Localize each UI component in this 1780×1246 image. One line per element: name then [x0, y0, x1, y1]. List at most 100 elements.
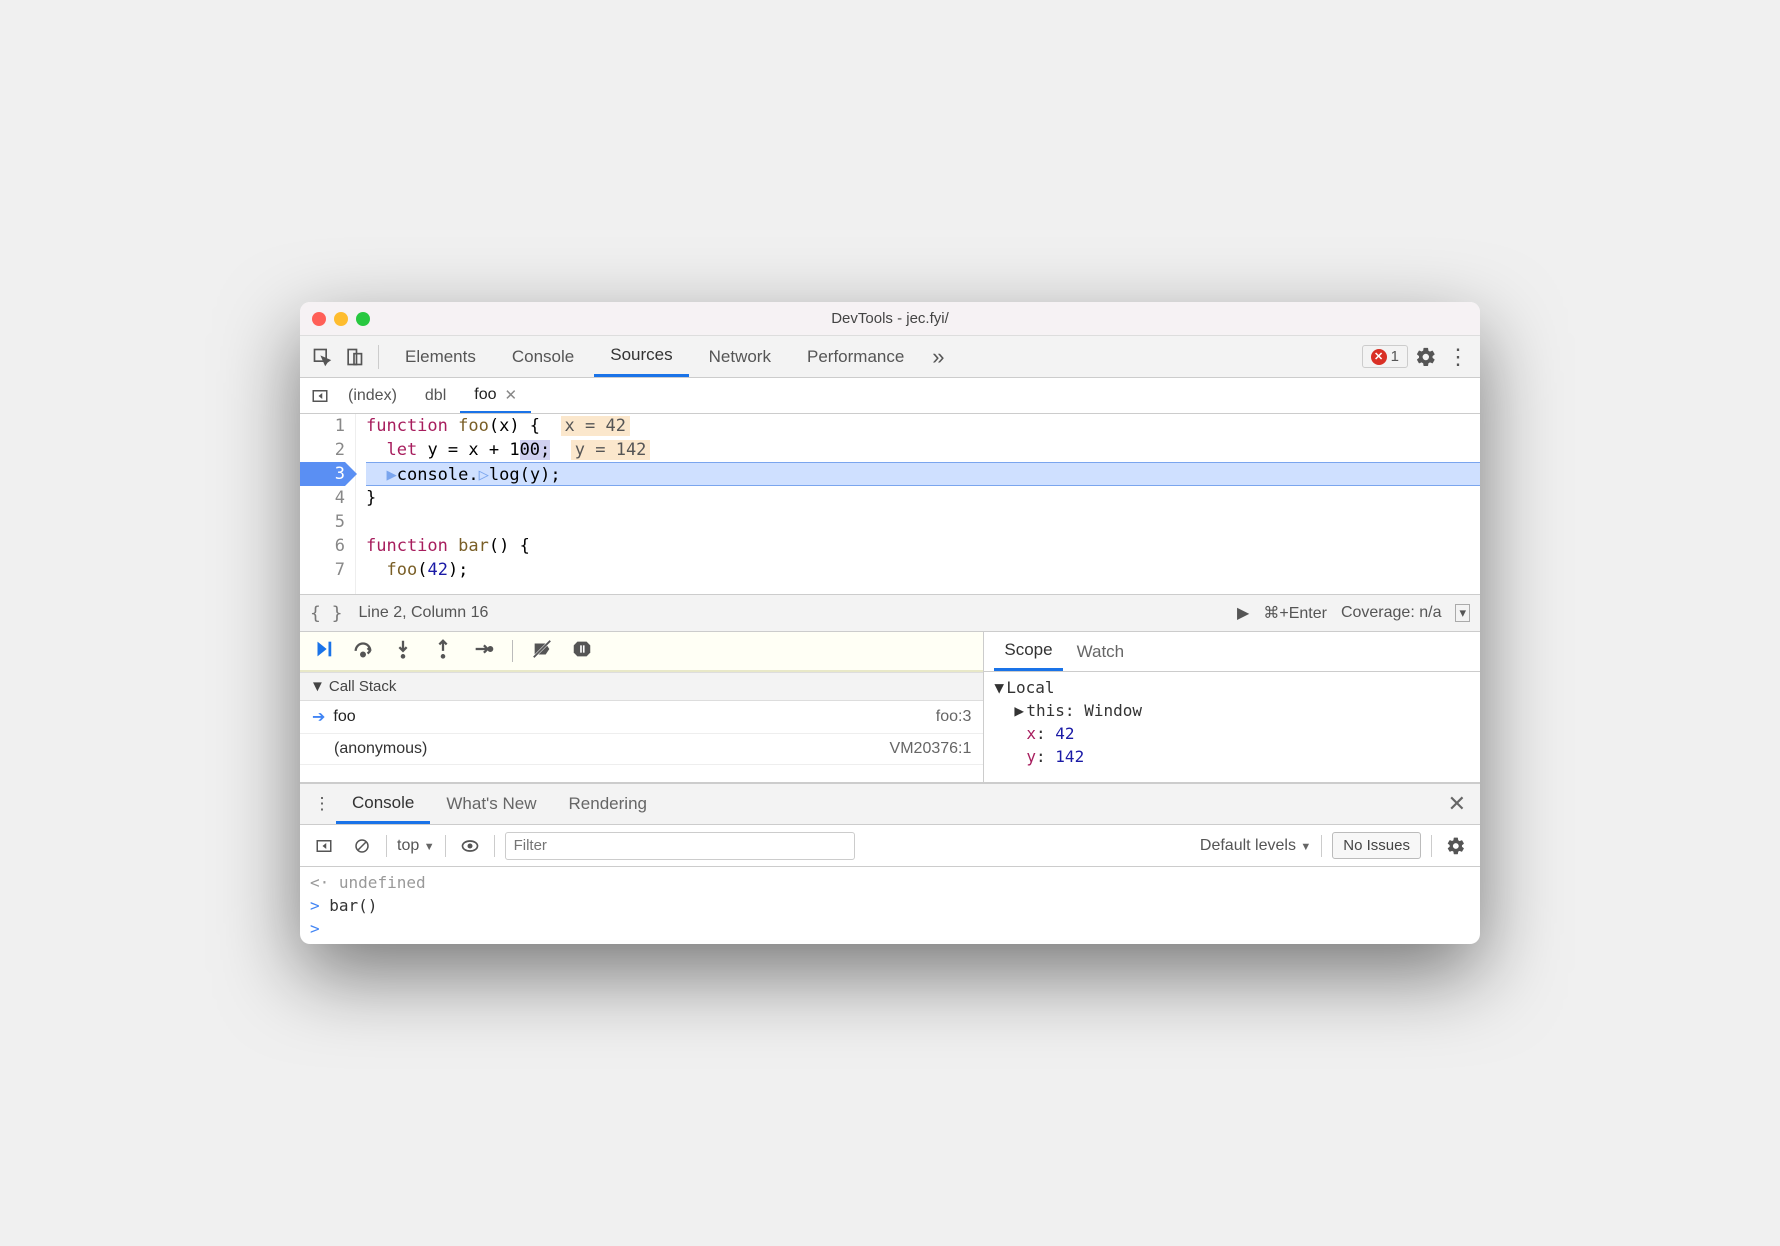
stack-frame-source: foo:3 — [936, 708, 972, 726]
more-tabs-icon[interactable]: » — [924, 343, 952, 371]
console-toolbar: top ▼ Default levels ▼ No Issues — [300, 825, 1480, 867]
editor-status-bar: { } Line 2, Column 16 ▶ ⌘+Enter Coverage… — [300, 594, 1480, 632]
settings-icon[interactable] — [1412, 343, 1440, 371]
divider — [512, 640, 513, 662]
divider — [1321, 835, 1322, 857]
tab-scope[interactable]: Scope — [994, 632, 1062, 671]
step-marker-icon: ▷ — [479, 465, 489, 485]
divider — [1431, 835, 1432, 857]
tab-sources[interactable]: Sources — [594, 336, 688, 377]
step-over-icon[interactable] — [352, 638, 374, 665]
run-snippet-icon[interactable]: ▶ — [1237, 603, 1249, 623]
current-frame-icon: ➔ — [312, 707, 325, 727]
code-line: foo(42); — [366, 558, 1480, 582]
scope-variable[interactable]: x: 42 — [994, 722, 1470, 745]
error-count-badge[interactable]: ✕ 1 — [1362, 345, 1408, 368]
run-shortcut-hint: ⌘+Enter — [1263, 603, 1327, 623]
tab-elements[interactable]: Elements — [389, 336, 492, 377]
file-tab-index[interactable]: (index) — [334, 378, 411, 413]
call-stack-header[interactable]: ▼ Call Stack — [300, 672, 983, 701]
scope-watch-tabs: Scope Watch — [984, 632, 1480, 672]
debugger-left: ▼ Call Stack ➔ foo foo:3 (anonymous) VM2… — [300, 632, 984, 782]
kebab-menu-icon[interactable]: ⋮ — [308, 790, 336, 818]
issues-button[interactable]: No Issues — [1332, 832, 1421, 859]
line-number[interactable]: 7 — [300, 558, 345, 582]
code-line: function bar() { — [366, 534, 1480, 558]
devtools-window: DevTools - jec.fyi/ Elements Console Sou… — [300, 302, 1480, 944]
code-line: function foo(x) { x = 42 — [366, 414, 1480, 438]
step-marker-icon: ▶ — [386, 465, 396, 485]
divider — [386, 835, 387, 857]
device-toolbar-icon[interactable] — [340, 343, 368, 371]
debugger-panels: ▼ Call Stack ➔ foo foo:3 (anonymous) VM2… — [300, 632, 1480, 783]
stack-frame[interactable]: ➔ foo foo:3 — [300, 701, 983, 734]
pretty-print-icon[interactable]: { } — [310, 603, 343, 624]
step-icon[interactable] — [472, 638, 494, 665]
clear-console-icon[interactable] — [348, 832, 376, 860]
window-title: DevTools - jec.fyi/ — [300, 310, 1480, 327]
file-tab-label: foo — [474, 386, 496, 404]
line-number[interactable]: 6 — [300, 534, 345, 558]
scope-variable[interactable]: y: 142 — [994, 745, 1470, 768]
stack-frame-source: VM20376:1 — [890, 740, 972, 758]
tab-performance[interactable]: Performance — [791, 336, 920, 377]
error-count: 1 — [1391, 348, 1399, 365]
close-file-icon[interactable]: ✕ — [505, 386, 518, 404]
code-editor[interactable]: 1 2 3 4 5 6 7 function foo(x) { x = 42 l… — [300, 414, 1480, 594]
line-number[interactable]: 2 — [300, 438, 345, 462]
drawer-tab-rendering[interactable]: Rendering — [553, 784, 663, 824]
step-into-icon[interactable] — [392, 638, 414, 665]
stack-frame-name: (anonymous) — [334, 740, 427, 758]
live-expression-icon[interactable] — [456, 832, 484, 860]
file-tab-foo[interactable]: foo ✕ — [460, 378, 531, 413]
drawer-tab-console[interactable]: Console — [336, 784, 430, 824]
code-line — [366, 510, 1480, 534]
console-output[interactable]: <· undefined > bar() > — [300, 867, 1480, 944]
resume-icon[interactable] — [312, 638, 334, 665]
toggle-sidebar-icon[interactable] — [310, 832, 338, 860]
close-drawer-icon[interactable]: ✕ — [1442, 791, 1472, 817]
tab-watch[interactable]: Watch — [1067, 632, 1135, 671]
line-number[interactable]: 4 — [300, 486, 345, 510]
scope-group[interactable]: ▼Local — [994, 676, 1470, 699]
code-line: let y = x + 100; y = 142 — [366, 438, 1480, 462]
scope-variable[interactable]: ▶this: Window — [994, 699, 1470, 722]
context-selector[interactable]: top ▼ — [397, 837, 435, 855]
deactivate-breakpoints-icon[interactable] — [531, 638, 553, 665]
code-line-execution: ▶console.▷log(y); — [366, 462, 1480, 486]
main-panel-tabs: Elements Console Sources Network Perform… — [300, 336, 1480, 378]
error-icon: ✕ — [1371, 349, 1387, 365]
line-number[interactable]: 1 — [300, 414, 345, 438]
stack-frame-name: foo — [333, 708, 355, 726]
console-prompt[interactable]: > — [310, 917, 1470, 940]
collapse-icon: ▼ — [310, 678, 325, 695]
code-body[interactable]: function foo(x) { x = 42 let y = x + 100… — [356, 414, 1480, 594]
divider — [445, 835, 446, 857]
call-stack-title: Call Stack — [329, 678, 397, 695]
coverage-status: Coverage: n/a — [1341, 604, 1442, 622]
file-tab-dbl[interactable]: dbl — [411, 378, 460, 413]
code-line: } — [366, 486, 1480, 510]
console-settings-icon[interactable] — [1442, 832, 1470, 860]
step-out-icon[interactable] — [432, 638, 454, 665]
tab-network[interactable]: Network — [693, 336, 787, 377]
debugger-right: Scope Watch ▼Local ▶this: Window x: 42 y… — [984, 632, 1480, 782]
divider — [378, 345, 379, 369]
drawer-tab-whatsnew[interactable]: What's New — [430, 784, 552, 824]
stack-frame[interactable]: (anonymous) VM20376:1 — [300, 734, 983, 765]
log-levels-selector[interactable]: Default levels ▼ — [1200, 837, 1311, 855]
line-gutter[interactable]: 1 2 3 4 5 6 7 — [300, 414, 356, 594]
scope-panel: ▼Local ▶this: Window x: 42 y: 142 — [984, 672, 1480, 782]
pause-on-exceptions-icon[interactable] — [571, 638, 593, 665]
line-number[interactable]: 5 — [300, 510, 345, 534]
show-navigator-icon[interactable] — [306, 382, 334, 410]
filter-input[interactable] — [505, 832, 855, 860]
inline-value-hint: x = 42 — [561, 416, 630, 436]
line-number-active[interactable]: 3 — [300, 462, 345, 486]
divider — [494, 835, 495, 857]
drawer-tabs: ⋮ Console What's New Rendering ✕ — [300, 783, 1480, 825]
expand-panel-icon[interactable]: ▾ — [1455, 604, 1470, 622]
inspect-element-icon[interactable] — [308, 343, 336, 371]
kebab-menu-icon[interactable]: ⋮ — [1444, 343, 1472, 371]
tab-console[interactable]: Console — [496, 336, 590, 377]
